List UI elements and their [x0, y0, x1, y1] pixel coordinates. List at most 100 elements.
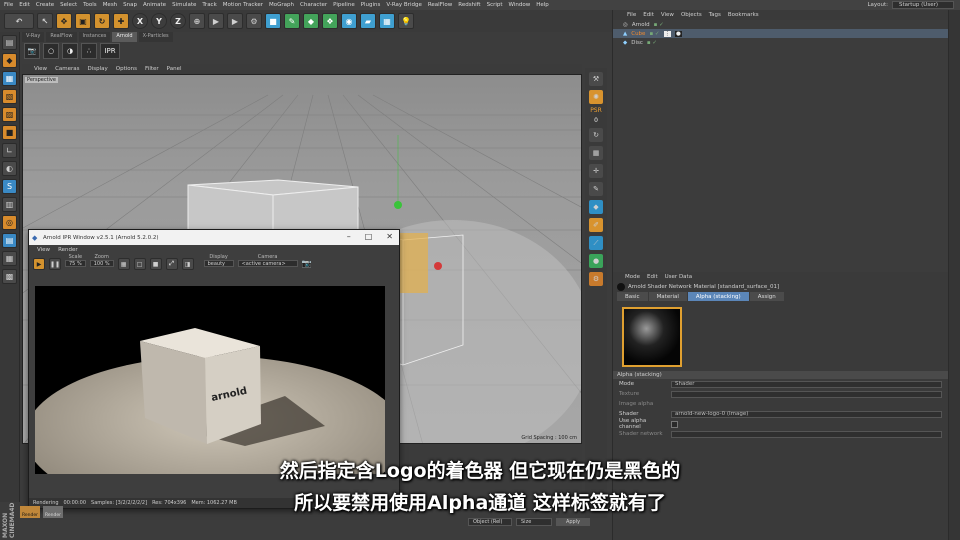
maximize-icon[interactable]: □: [365, 232, 373, 241]
snap-icon[interactable]: S: [2, 179, 17, 194]
tweak-mode-icon[interactable]: ◐: [2, 161, 17, 176]
pen-tool-icon[interactable]: ✎: [589, 182, 603, 196]
display-dropdown[interactable]: beauty: [203, 260, 234, 267]
edges-mode-icon[interactable]: ▨: [2, 107, 17, 122]
object-row-arnold[interactable]: ◎ Arnold ▪ ✓: [613, 20, 948, 29]
menu-mesh[interactable]: Mesh: [103, 2, 117, 8]
tab-alpha-stacking[interactable]: Alpha (stacking): [687, 292, 749, 301]
vp-menu-display[interactable]: Display: [88, 66, 108, 72]
gear-tool-icon[interactable]: ⚙: [589, 272, 603, 286]
object-row-cube[interactable]: ▲ Cube ▪ ✓ ⋮ ●: [613, 29, 948, 38]
brush-tool-icon[interactable]: ✐: [589, 218, 603, 232]
cloner-icon[interactable]: ❖: [322, 13, 338, 29]
model-mode-icon[interactable]: ◆: [2, 53, 17, 68]
play-icon[interactable]: ▶: [33, 258, 45, 270]
wrench-icon[interactable]: ⚒: [589, 72, 603, 86]
visibility-icon[interactable]: ▪ ✓: [649, 31, 659, 37]
menu-realflow[interactable]: RealFlow: [428, 2, 452, 8]
material-preview[interactable]: [622, 307, 682, 367]
menu-window[interactable]: Window: [509, 2, 531, 8]
y-axis-toggle[interactable]: Y: [151, 13, 167, 29]
ipr-button[interactable]: IPR: [100, 43, 120, 59]
mode-dropdown[interactable]: Shader: [671, 380, 942, 388]
om-menu-tags[interactable]: Tags: [709, 12, 721, 18]
shader-network-field[interactable]: [671, 430, 942, 438]
arnold-tool-icon[interactable]: ◎: [2, 215, 17, 230]
undo-icon[interactable]: ↶: [4, 13, 34, 29]
lock-workplane-icon[interactable]: ▦: [2, 251, 17, 266]
grid-tool-icon[interactable]: ▦: [589, 146, 603, 160]
render-picture-viewer-icon[interactable]: ▶: [227, 13, 243, 29]
grid-icon[interactable]: ▩: [2, 269, 17, 284]
menu-script[interactable]: Script: [487, 2, 503, 8]
attr-menu-user-data[interactable]: User Data: [665, 274, 692, 280]
region-icon[interactable]: ▦: [117, 258, 130, 270]
tab-material[interactable]: Material: [648, 292, 687, 301]
cube-primitive-icon[interactable]: ■: [265, 13, 281, 29]
zoom-field[interactable]: 100 %: [89, 260, 114, 267]
menu-select[interactable]: Select: [60, 2, 77, 8]
sky-icon[interactable]: ◑: [62, 43, 78, 59]
x-handle[interactable]: [434, 262, 442, 270]
om-menu-file[interactable]: File: [627, 12, 636, 18]
om-menu-edit[interactable]: Edit: [643, 12, 654, 18]
om-menu-bookmarks[interactable]: Bookmarks: [728, 12, 759, 18]
shader-dropdown[interactable]: arnold-new-logo-0 (Image): [671, 410, 942, 418]
menu-snap[interactable]: Snap: [123, 2, 137, 8]
expand-icon[interactable]: ⤢: [165, 258, 178, 270]
z-axis-toggle[interactable]: Z: [170, 13, 186, 29]
attr-menu-mode[interactable]: Mode: [625, 274, 640, 280]
scale-icon[interactable]: ▣: [75, 13, 91, 29]
arnold-logo-icon[interactable]: ✺: [589, 90, 603, 104]
object-rel-dropdown[interactable]: Object (Rel): [468, 518, 512, 526]
layer-icon[interactable]: ▤: [2, 233, 17, 248]
subdivision-icon[interactable]: ◆: [303, 13, 319, 29]
snapshot-icon[interactable]: ■: [149, 258, 162, 270]
texture-field[interactable]: [671, 390, 942, 398]
apply-button[interactable]: Apply: [556, 518, 590, 526]
camera-dropdown[interactable]: <active camera>: [237, 260, 298, 267]
polygons-mode-icon[interactable]: ■: [2, 125, 17, 140]
live-selection-icon[interactable]: ↖: [37, 13, 53, 29]
texture-mode-icon[interactable]: ▦: [2, 71, 17, 86]
tag-icon[interactable]: ⋮: [663, 30, 672, 37]
menu-help[interactable]: Help: [536, 2, 549, 8]
ipr-menu-view[interactable]: View: [37, 247, 50, 253]
vp-menu-filter[interactable]: Filter: [145, 66, 159, 72]
tab-realflow[interactable]: RealFlow: [46, 32, 77, 42]
ipr-menu-render[interactable]: Render: [58, 247, 78, 253]
visibility-icon[interactable]: ▪ ✓: [654, 22, 664, 28]
workplane-icon[interactable]: ▥: [2, 197, 17, 212]
move-icon[interactable]: ✥: [56, 13, 72, 29]
menu-plugins[interactable]: Plugins: [361, 2, 381, 8]
coordinate-system-icon[interactable]: ⊕: [189, 13, 205, 29]
menu-vray-bridge[interactable]: V-Ray Bridge: [386, 2, 421, 8]
x-axis-toggle[interactable]: X: [132, 13, 148, 29]
tab-vray[interactable]: V-Ray: [22, 32, 45, 42]
rotate-tool-icon[interactable]: ↻: [589, 128, 603, 142]
material-tag-icon[interactable]: ●: [675, 30, 682, 37]
menu-character[interactable]: Character: [300, 2, 327, 8]
dots-icon[interactable]: ∴: [81, 43, 97, 59]
leaf-tool-icon[interactable]: ●: [589, 254, 603, 268]
om-menu-view[interactable]: View: [661, 12, 674, 18]
ipr-titlebar[interactable]: ◆ Arnold IPR Window v2.5.1 (Arnold 5.2.0…: [29, 230, 399, 245]
adjust-icon[interactable]: ◨: [181, 258, 194, 270]
menu-pipeline[interactable]: Pipeline: [333, 2, 355, 8]
floor-icon[interactable]: ▰: [360, 13, 376, 29]
recent-tools-icon[interactable]: ✚: [113, 13, 129, 29]
menu-create[interactable]: Create: [36, 2, 54, 8]
size-dropdown[interactable]: Size: [516, 518, 552, 526]
rotate-icon[interactable]: ↻: [94, 13, 110, 29]
make-editable-icon[interactable]: ▤: [2, 35, 17, 50]
cross-tool-icon[interactable]: ✛: [589, 164, 603, 178]
menu-redshift[interactable]: Redshift: [458, 2, 480, 8]
crop-icon[interactable]: □: [133, 258, 146, 270]
camera-icon[interactable]: 📷: [24, 43, 40, 59]
vp-menu-view[interactable]: View: [34, 66, 47, 72]
deformer-icon[interactable]: ◉: [341, 13, 357, 29]
render-settings-icon[interactable]: ⚙: [246, 13, 262, 29]
vp-menu-panel[interactable]: Panel: [167, 66, 182, 72]
menu-motion-tracker[interactable]: Motion Tracker: [223, 2, 263, 8]
tab-arnold[interactable]: Arnold: [112, 32, 137, 42]
